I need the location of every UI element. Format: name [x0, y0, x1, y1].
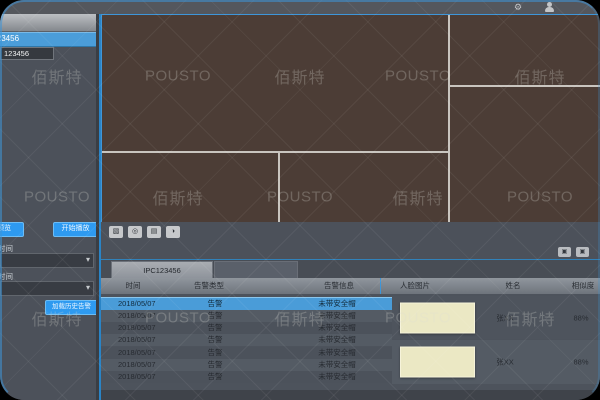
- cell-info: 未带安全帽: [318, 310, 356, 322]
- cell-info: 未带安全帽: [318, 371, 356, 383]
- video-divider-horizontal-left: [102, 151, 448, 153]
- start-playback-button[interactable]: 开始播放: [53, 222, 98, 237]
- cell-type: 告警: [208, 347, 223, 359]
- alarm-tab-bar: IPC123456: [101, 260, 600, 278]
- cell-info: 未带安全帽: [318, 298, 356, 310]
- panel-divider-accent: [101, 259, 600, 260]
- surveillance-app-window: ⚙ IPC123456 123456 开始预览 开始播放 开始时间 ▾ 结束时间…: [0, 0, 600, 400]
- device-sidebar: IPC123456 123456 开始预览 开始播放 开始时间 ▾ 结束时间 ▾…: [0, 14, 96, 400]
- record-icon[interactable]: ◎: [128, 226, 142, 238]
- cell-type: 告警: [208, 371, 223, 383]
- start-preview-button[interactable]: 开始预览: [0, 222, 24, 237]
- cell-time: 2018/05/07: [118, 334, 156, 346]
- device-item-selected[interactable]: IPC123456: [0, 32, 96, 47]
- face-photo-thumbnail[interactable]: [400, 302, 475, 333]
- cell-type: 告警: [208, 322, 223, 334]
- tab-empty[interactable]: [214, 261, 298, 279]
- person-name: 张XX: [496, 357, 514, 368]
- cell-time: 2018/05/07: [118, 347, 156, 359]
- table-actions-row: ▣ ▣: [101, 242, 600, 260]
- cell-type: 告警: [208, 310, 223, 322]
- chevron-down-icon: ▾: [86, 255, 90, 264]
- split-view-icon[interactable]: ◑: [166, 226, 180, 238]
- load-history-alarms-button[interactable]: 加载历史告警: [45, 300, 98, 315]
- title-bar: ⚙: [0, 0, 600, 14]
- col-face: 人脸图片: [400, 278, 430, 294]
- device-tree-header: [0, 14, 96, 32]
- start-time-select[interactable]: ▾: [0, 253, 94, 268]
- video-wall: [101, 14, 600, 222]
- table-row[interactable]: 2018/05/07 告警 未带安全帽: [101, 297, 392, 311]
- cell-type: 告警: [208, 334, 223, 346]
- cell-info: 未带安全帽: [318, 347, 356, 359]
- cell-time: 2018/05/07: [118, 322, 156, 334]
- start-time-label: 开始时间: [0, 243, 44, 253]
- similarity-value: 88%: [573, 358, 588, 367]
- export-faces-icon[interactable]: ▣: [558, 247, 571, 257]
- cell-info: 未带安全帽: [318, 334, 356, 346]
- face-result-group[interactable]: 张XX 88%: [392, 296, 600, 339]
- col-info: 告警信息: [324, 278, 354, 294]
- save-icon[interactable]: ▤: [147, 226, 161, 238]
- similarity-value: 88%: [573, 313, 588, 322]
- tab-ipc123456[interactable]: IPC123456: [111, 261, 213, 279]
- cell-type: 告警: [208, 359, 223, 371]
- device-tag-label: 123456: [4, 49, 29, 58]
- face-result-group[interactable]: 张XX 88%: [392, 340, 600, 384]
- capture-icon[interactable]: ▧: [109, 226, 123, 238]
- person-name: 张XX: [496, 312, 514, 323]
- video-divider-bottom: [278, 153, 280, 222]
- cell-info: 未带安全帽: [318, 322, 356, 334]
- end-time-select[interactable]: ▾: [0, 281, 94, 296]
- face-results-panel: 张XX 88% 张XX 88%: [392, 294, 600, 390]
- face-photo-thumbnail[interactable]: [400, 347, 475, 378]
- table-row[interactable]: 2018/05/07 告警 未带安全帽: [101, 322, 392, 334]
- cell-time: 2018/05/07: [118, 359, 156, 371]
- table-row[interactable]: 2018/05/07 告警 未带安全帽: [101, 347, 392, 359]
- cell-info: 未带安全帽: [318, 359, 356, 371]
- cell-time: 2018/05/07: [118, 310, 156, 322]
- end-time-label: 结束时间: [0, 271, 44, 281]
- video-toolbar: ▧ ◎ ▤ ◑: [101, 222, 600, 242]
- col-similarity: 相似度: [572, 278, 595, 294]
- table-row[interactable]: 2018/05/07 告警 未带安全帽: [101, 334, 392, 346]
- cell-time: 2018/05/07: [118, 298, 156, 310]
- video-divider-vertical: [448, 15, 450, 222]
- col-name: 姓名: [506, 278, 521, 294]
- column-divider-accent: [380, 278, 381, 294]
- device-tag[interactable]: 123456: [0, 47, 54, 60]
- col-type: 告警类型: [194, 278, 224, 294]
- table-row[interactable]: 2018/05/07 告警 未带安全帽: [101, 310, 392, 322]
- refresh-faces-icon[interactable]: ▣: [576, 247, 589, 257]
- table-row[interactable]: 2018/05/07 告警 未带安全帽: [101, 359, 392, 371]
- chevron-down-icon: ▾: [86, 283, 90, 292]
- status-strip: [101, 390, 600, 400]
- col-time: 时间: [126, 278, 141, 294]
- video-divider-horizontal-right: [450, 85, 600, 87]
- settings-gear-icon[interactable]: ⚙: [512, 2, 524, 12]
- user-account-icon[interactable]: [544, 2, 556, 12]
- device-item-label: IPC123456: [0, 34, 19, 43]
- cell-time: 2018/05/07: [118, 371, 156, 383]
- cell-type: 告警: [208, 298, 223, 310]
- table-row[interactable]: 2018/05/07 告警 未带安全帽: [101, 371, 392, 383]
- alarm-table-header: 时间 告警类型 告警信息 人脸图片 姓名 相似度: [101, 278, 600, 294]
